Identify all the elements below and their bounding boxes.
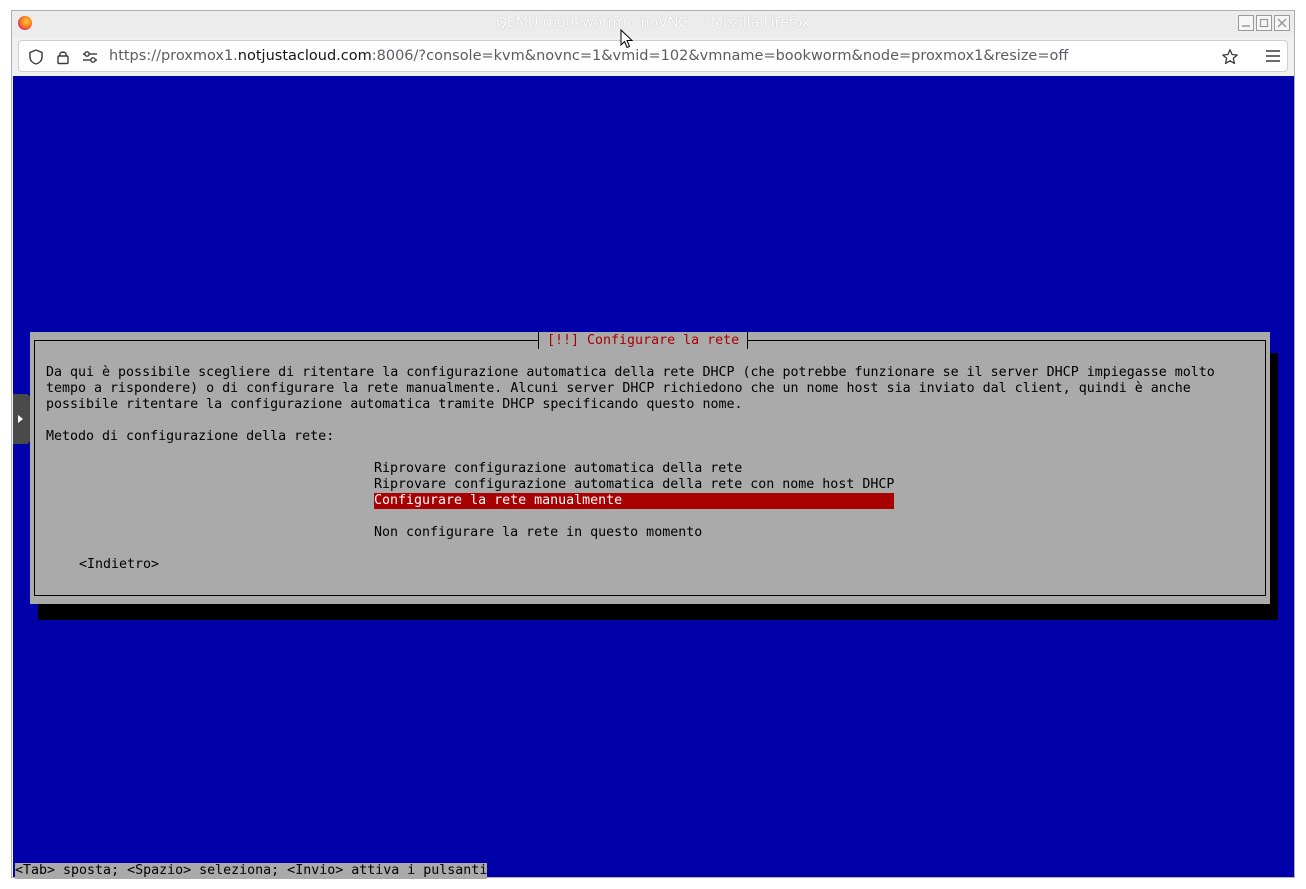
close-icon [1277,18,1287,28]
minimize-button[interactable] [1238,15,1254,31]
option-do-not-configure[interactable]: Non configurare la rete in questo moment… [374,525,894,541]
permissions-icon[interactable] [81,48,99,66]
chevron-right-icon [18,415,23,423]
option-retry-auto-hostname[interactable]: Riprovare configurazione automatica dell… [374,477,894,493]
window-controls [1238,15,1290,31]
url-host: notjustacloud.com [237,48,372,64]
maximize-icon [1259,18,1269,28]
option-retry-auto[interactable]: Riprovare configurazione automatica dell… [374,461,894,477]
shield-icon[interactable] [27,48,45,66]
hamburger-menu-icon[interactable] [1264,47,1282,65]
option-configure-manually[interactable]: Configurare la rete manualmente [374,493,894,509]
mouse-cursor-icon [620,29,634,49]
method-label: Metodo di configurazione della rete: [46,429,335,444]
url-prefix: https://proxmox1. [109,48,238,64]
novnc-control-bar-handle[interactable] [13,394,30,444]
dialog-title: [!!] Configurare la rete [538,332,749,349]
back-button[interactable]: <Indietro> [79,557,159,573]
dialog-description: Da qui è possibile scegliere di ritentar… [46,365,1215,412]
browser-window: QEMU (bookworm) - noVNC — Mozilla Firefo… [11,10,1295,879]
vnc-console[interactable]: [!!] Configurare la rete Da qui è possib… [13,76,1294,879]
address-bar[interactable]: https://proxmox1.notjustacloud.com:8006/… [18,40,1288,72]
lock-icon[interactable] [54,48,72,66]
maximize-button[interactable] [1256,15,1272,31]
window-title: QEMU (bookworm) - noVNC — Mozilla Firefo… [496,15,810,31]
close-button[interactable] [1274,15,1290,31]
title-bar: QEMU (bookworm) - noVNC — Mozilla Firefo… [12,11,1294,37]
help-status-line: <Tab> sposta; <Spazio> seleziona; <Invio… [15,863,488,879]
installer-dialog: [!!] Configurare la rete Da qui è possib… [30,332,1270,604]
star-icon[interactable] [1221,48,1239,66]
url-text[interactable]: https://proxmox1.notjustacloud.com:8006/… [109,48,1068,64]
minimize-icon [1242,25,1250,27]
url-suffix: :8006/?console=kvm&novnc=1&vmid=102&vmna… [371,48,1069,64]
